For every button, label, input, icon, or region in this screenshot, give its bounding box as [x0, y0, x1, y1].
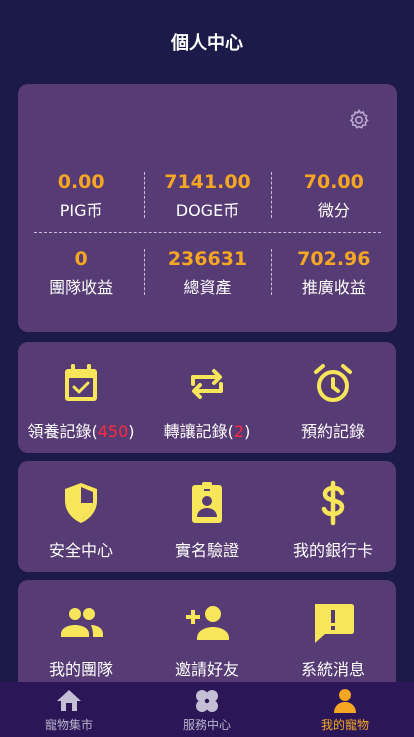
menu-label: 邀請好友	[174, 660, 239, 679]
user-icon	[334, 689, 356, 713]
stat-value: 236631	[167, 248, 248, 270]
records-card: 領養記錄(450) 轉讓記錄(2) 預約記錄	[18, 342, 396, 453]
security-center-button[interactable]: 安全中心	[18, 461, 144, 572]
stat-points: 70.00 微分	[270, 170, 397, 230]
transfer-records-button[interactable]: 轉讓記錄(2)	[144, 342, 270, 453]
clover-icon	[196, 690, 218, 712]
stat-pig: 0.00 PIG币	[18, 170, 144, 230]
tab-market[interactable]: 寵物集市	[0, 682, 138, 737]
menu-label: 轉讓記錄(2)	[163, 422, 251, 441]
invite-friends-button[interactable]: 邀請好友	[144, 580, 270, 691]
stat-value: 7141.00	[164, 171, 251, 193]
menu-label: 領養記錄(450)	[27, 422, 135, 441]
home-icon	[57, 690, 81, 711]
calendar-check-icon	[65, 364, 97, 401]
tab-label: 我的寵物	[320, 718, 369, 732]
stat-label: 總資產	[183, 278, 232, 297]
shield-icon	[65, 483, 97, 523]
stats-row-2: 0 團隊收益 236631 總資產 702.96 推廣收益	[18, 247, 397, 307]
stat-value: 0	[74, 248, 88, 270]
menu-label: 我的團隊	[48, 660, 113, 679]
stat-label: DOGE币	[175, 201, 240, 220]
menu-label: 實名驗證	[174, 541, 239, 560]
menu-label: 安全中心	[48, 541, 113, 560]
stats-row-1: 0.00 PIG币 7141.00 DOGE币 70.00 微分	[18, 170, 397, 230]
tab-label: 服務中心	[182, 718, 231, 732]
my-team-button[interactable]: 我的團隊	[18, 580, 144, 691]
page-title: 個人中心	[171, 33, 243, 54]
account-card: 安全中心 實名驗證 我的銀行卡	[18, 461, 396, 572]
stat-promo-income: 702.96 推廣收益	[270, 247, 397, 307]
stats-divider	[34, 232, 381, 233]
group-icon	[61, 608, 103, 637]
stat-value: 702.96	[297, 248, 371, 270]
stat-label: 推廣收益	[301, 278, 366, 297]
stats-card: 0.00 PIG币 7141.00 DOGE币 70.00 微分 0 團隊收益 …	[18, 84, 397, 332]
person-add-icon	[186, 606, 229, 640]
menu-label: 預約記錄	[300, 422, 365, 441]
bank-card-button[interactable]: 我的銀行卡	[270, 461, 396, 572]
bottom-tab-bar: 寵物集市 服務中心 我的寵物	[0, 682, 414, 737]
alarm-clock-icon	[314, 364, 352, 402]
message-alert-icon	[315, 604, 354, 643]
adopt-records-button[interactable]: 領養記錄(450)	[18, 342, 144, 453]
social-card: 我的團隊 邀請好友 系統消息	[18, 580, 396, 691]
id-badge-icon	[192, 482, 222, 523]
realname-verify-button[interactable]: 實名驗證	[144, 461, 270, 572]
system-messages-button[interactable]: 系統消息	[270, 580, 396, 691]
stat-label: 團隊收益	[49, 278, 114, 297]
stat-total-assets: 236631 總資產	[144, 247, 270, 307]
page-header: 個人中心	[0, 0, 414, 84]
tab-service[interactable]: 服務中心	[138, 682, 276, 737]
stat-value: 70.00	[303, 171, 364, 193]
gear-icon[interactable]	[347, 108, 371, 132]
adopt-count: 450	[97, 422, 129, 441]
stat-value: 0.00	[57, 171, 105, 193]
stat-label: PIG币	[59, 201, 103, 220]
stat-doge: 7141.00 DOGE币	[144, 170, 270, 230]
tab-label: 寵物集市	[44, 718, 93, 732]
stat-label: 微分	[317, 201, 350, 220]
menu-label: 我的銀行卡	[292, 541, 373, 560]
dollar-icon	[321, 480, 345, 526]
tab-mine[interactable]: 我的寵物	[276, 682, 414, 737]
transfer-count: 2	[233, 422, 245, 441]
stat-team-income: 0 團隊收益	[18, 247, 144, 307]
reserve-records-button[interactable]: 預約記錄	[270, 342, 396, 453]
menu-label: 系統消息	[300, 660, 365, 679]
repeat-icon	[191, 369, 223, 399]
